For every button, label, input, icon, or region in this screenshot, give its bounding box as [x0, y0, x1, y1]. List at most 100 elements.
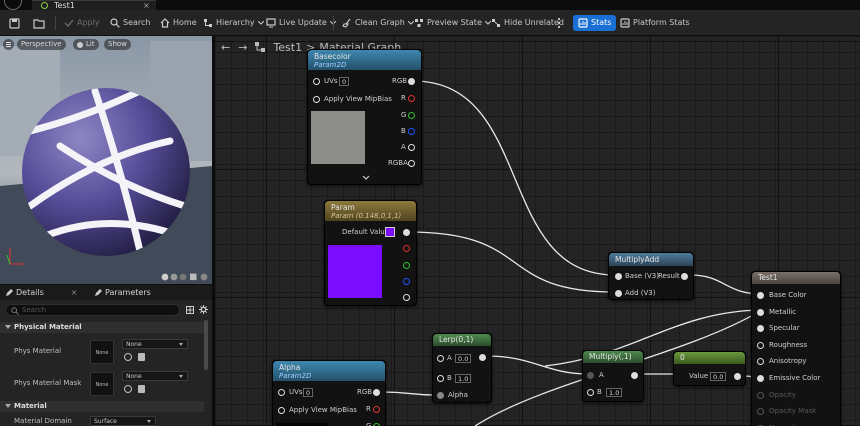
hide-unrelated-icon — [492, 19, 500, 27]
forward-arrow-icon[interactable]: → — [238, 41, 247, 54]
pin-default-value[interactable] — [403, 229, 410, 236]
asset-tab[interactable]: Test1 × — [32, 0, 156, 10]
pin-r[interactable] — [403, 245, 410, 252]
node-alpha[interactable]: Alpha Param2D UVs 0 Apply View MipBias R… — [272, 360, 386, 426]
apply-button[interactable]: Apply — [64, 15, 100, 31]
pin-base[interactable] — [615, 273, 622, 280]
b-value-box[interactable]: 1.0 — [455, 374, 472, 383]
uvs-value-box[interactable]: 0 — [303, 388, 314, 397]
use-selected-icon[interactable] — [124, 353, 132, 361]
output-pin-label: Opacity — [769, 390, 796, 399]
value-box[interactable]: 0.0 — [710, 372, 727, 381]
node-lerp[interactable]: Lerp(0,1) A 0.0 B 1.0 Alpha — [432, 333, 492, 403]
pin-rgb[interactable] — [373, 389, 380, 396]
search-button[interactable]: Search — [110, 15, 150, 31]
category-physical-material[interactable]: Physical Material — [0, 322, 204, 333]
output-pin[interactable] — [757, 341, 764, 349]
node-multiply[interactable]: Multiply(,1) A B 1.0 — [582, 350, 644, 402]
pin-value[interactable] — [734, 373, 741, 380]
engine-logo[interactable] — [4, 0, 22, 10]
node-material-output[interactable]: Test1 Base Color Metallic Specular Roughnes… — [751, 271, 841, 426]
pin-b[interactable] — [437, 375, 444, 382]
output-pin[interactable] — [757, 325, 764, 333]
pin-rgba[interactable] — [408, 160, 415, 167]
breadcrumb-root[interactable]: Test1 — [273, 41, 302, 54]
pin-g[interactable] — [403, 262, 410, 269]
pin-result[interactable] — [631, 372, 638, 379]
pin-add[interactable] — [615, 290, 622, 297]
more-options-button[interactable] — [557, 15, 563, 31]
pin-a[interactable] — [437, 355, 444, 362]
pin-apply-mip[interactable] — [313, 96, 320, 103]
output-pin[interactable] — [757, 358, 764, 366]
details-tab-close-icon[interactable]: × — [71, 288, 78, 297]
pin-uvs[interactable] — [278, 389, 285, 396]
details-tab[interactable]: Details × — [5, 288, 77, 297]
phys-material-thumbnail[interactable]: None — [90, 340, 114, 364]
color-swatch[interactable] — [385, 227, 395, 237]
node-param[interactable]: Param Param (0.148,0,1,1) Default Value — [324, 200, 417, 306]
pin-b[interactable] — [403, 278, 410, 285]
browse-icon[interactable] — [138, 353, 145, 361]
save-button[interactable] — [9, 15, 20, 31]
expand-chevron-icon[interactable] — [362, 175, 370, 180]
pin-g[interactable] — [408, 112, 415, 119]
viewport-menu-button[interactable] — [3, 39, 14, 50]
node-multiplyadd[interactable]: MultiplyAdd Base (V3) Result Add (V3) — [608, 252, 694, 300]
preview-state-dropdown[interactable]: Preview State — [414, 15, 491, 31]
node-constant[interactable]: 0 Value 0.0 — [673, 351, 746, 386]
clean-graph-dropdown[interactable]: Clean Graph — [342, 15, 414, 31]
pin-b[interactable] — [587, 389, 594, 396]
pin-rgb[interactable] — [408, 78, 415, 85]
pin-b[interactable] — [408, 128, 415, 135]
output-pin[interactable] — [757, 292, 764, 299]
pin-uvs[interactable] — [313, 78, 320, 85]
output-pin[interactable] — [757, 408, 764, 416]
lit-button[interactable]: Lit — [73, 39, 99, 50]
pin-result[interactable] — [479, 354, 486, 361]
material-graph-canvas[interactable]: ← → Test1 > Material Graph Basecolor Par… — [215, 36, 860, 426]
back-arrow-icon[interactable]: ← — [221, 41, 230, 54]
browse-icon[interactable] — [138, 385, 145, 393]
pin-apply-mip[interactable] — [278, 407, 285, 414]
pin-a[interactable] — [587, 372, 594, 379]
live-update-dropdown[interactable]: Live Update — [266, 15, 336, 31]
show-button[interactable]: Show — [104, 39, 131, 50]
details-scrollbar[interactable] — [204, 320, 208, 370]
material-domain-combo[interactable]: Surface — [90, 416, 156, 426]
category-material[interactable]: Material — [0, 401, 204, 412]
b-value-box[interactable]: 1.0 — [606, 388, 623, 397]
tab-close-icon[interactable]: × — [143, 1, 150, 10]
home-button[interactable]: Home — [160, 15, 197, 31]
output-pin[interactable] — [757, 375, 764, 382]
pin-alpha[interactable] — [437, 392, 444, 399]
node-basecolor[interactable]: Basecolor Param2D UVs 0 Apply View MipBi… — [307, 49, 422, 185]
pin-a[interactable] — [403, 294, 410, 301]
use-selected-icon[interactable] — [124, 385, 132, 393]
pin-r[interactable] — [408, 95, 415, 102]
output-pin[interactable] — [757, 308, 764, 316]
phys-material-mask-thumbnail[interactable]: None — [90, 372, 114, 396]
node-header: Alpha Param2D — [273, 361, 385, 381]
browse-button[interactable] — [33, 15, 45, 31]
parameters-tab[interactable]: Parameters — [94, 288, 151, 297]
table-view-button[interactable] — [186, 306, 194, 316]
stats-button[interactable]: Stats — [573, 15, 617, 31]
perspective-button[interactable]: Perspective — [17, 39, 66, 50]
uvs-value-box[interactable]: 0 — [339, 77, 350, 86]
node-title: 0 — [680, 353, 685, 362]
platform-stats-button[interactable]: Platform Stats — [620, 15, 690, 31]
hide-unrelated-button[interactable]: Hide Unrelated — [491, 15, 564, 31]
details-search-input[interactable]: Search — [5, 304, 180, 316]
output-pin[interactable] — [757, 391, 764, 399]
a-value-box[interactable]: 0.0 — [455, 354, 472, 363]
show-label: Show — [108, 40, 127, 48]
pin-result[interactable] — [681, 273, 688, 280]
phys-material-mask-combo[interactable]: None — [122, 371, 188, 381]
settings-button[interactable] — [199, 305, 208, 316]
preview-viewport[interactable]: Perspective Lit Show — [0, 36, 212, 284]
hierarchy-dropdown[interactable]: Hierarchy — [203, 15, 264, 31]
pin-r[interactable] — [373, 406, 380, 413]
pin-a[interactable] — [408, 144, 415, 151]
phys-material-combo[interactable]: None — [122, 339, 188, 349]
